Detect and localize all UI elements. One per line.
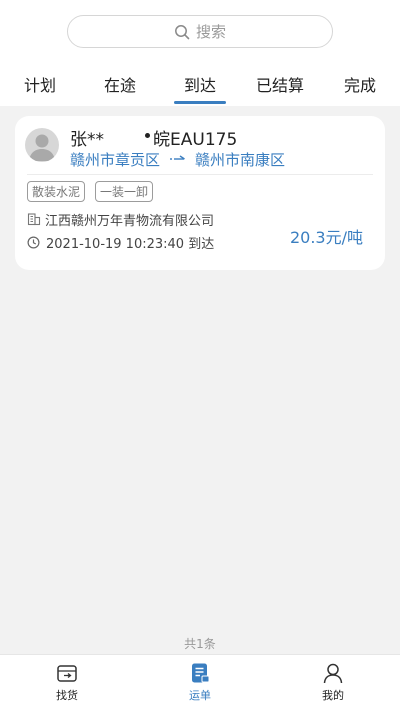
separator-dot	[145, 133, 150, 138]
search-bar[interactable]: 搜索	[67, 15, 333, 48]
arrow-right-icon	[170, 155, 185, 160]
find-goods-icon	[57, 665, 77, 682]
nav-find-goods[interactable]: 找货	[0, 655, 134, 711]
clock-icon	[27, 235, 40, 249]
nav-profile[interactable]: 我的	[266, 655, 400, 711]
tab-in-transit[interactable]: 在途	[80, 58, 160, 104]
active-tab-indicator	[174, 101, 226, 104]
tag-loading: 一装一卸	[95, 181, 154, 202]
search-placeholder: 搜索	[195, 23, 226, 41]
tab-completed[interactable]: 完成	[320, 58, 400, 104]
card-divider	[27, 174, 373, 175]
building-icon	[27, 213, 41, 226]
header-area: 搜索 计划 在途 到达 已结算 完成	[0, 0, 400, 106]
nav-profile-label: 我的	[322, 689, 344, 702]
tag-cargo: 散装水泥	[27, 181, 86, 202]
nav-waybill-label: 运单	[189, 689, 211, 702]
company-name: 江西赣州万年青物流有限公司	[45, 213, 215, 229]
origin: 赣州市章贡区	[70, 150, 161, 169]
waybill-icon	[192, 663, 210, 683]
nav-waybill[interactable]: 运单	[133, 655, 267, 711]
nav-find-goods-label: 找货	[56, 689, 78, 702]
tab-settled[interactable]: 已结算	[240, 58, 320, 104]
search-icon	[175, 24, 190, 39]
bottom-nav: 找货 运单 我的	[0, 654, 400, 711]
company-row: 江西赣州万年青物流有限公司	[27, 210, 215, 229]
order-card[interactable]: 张** 皖EAU175 赣州市章贡区 赣州市南康区 散装水泥 一装一卸 江西赣州…	[15, 116, 385, 270]
driver-name: 张**	[70, 130, 104, 150]
price: 20.3元/吨	[289, 228, 363, 247]
arrival-time: 2021-10-19 10:23:40 到达	[46, 236, 215, 252]
status-tabs: 计划 在途 到达 已结算 完成	[0, 58, 400, 104]
tab-arrived[interactable]: 到达	[160, 58, 240, 104]
plate-number: 皖EAU175	[153, 130, 238, 150]
total-count: 共1条	[184, 637, 216, 651]
profile-icon	[323, 663, 343, 684]
time-row: 2021-10-19 10:23:40 到达	[27, 233, 215, 252]
tab-plan[interactable]: 计划	[0, 58, 80, 104]
avatar	[25, 128, 59, 162]
route: 赣州市章贡区 赣州市南康区	[70, 149, 285, 169]
destination: 赣州市南康区	[195, 150, 286, 169]
user-avatar-icon	[29, 134, 55, 161]
